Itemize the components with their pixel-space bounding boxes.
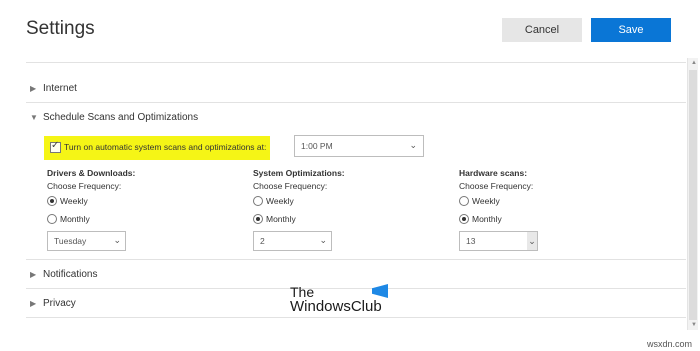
section-privacy-label: Privacy [43, 298, 76, 309]
expand-down-icon: ▼ [30, 113, 38, 122]
time-select-value: 1:00 PM [301, 141, 333, 151]
hardware-subheading: Choose Frequency: [459, 181, 534, 191]
drivers-monthly-label: Monthly [60, 214, 90, 224]
chevron-down-icon: ⌄ [319, 235, 327, 245]
optimizations-day-value: 2 [260, 236, 265, 246]
hardware-heading: Hardware scans: [459, 168, 528, 178]
top-divider [26, 62, 686, 63]
chevron-down-icon: ⌄ [409, 140, 417, 150]
page-title: Settings [26, 18, 95, 39]
scroll-down-icon[interactable]: ▼ [691, 322, 697, 328]
hardware-weekly-label: Weekly [472, 196, 500, 206]
drivers-weekly-radio[interactable] [47, 196, 57, 206]
chevron-down-icon: ⌄ [527, 232, 537, 250]
section-internet[interactable]: ▶ Internet [26, 76, 686, 103]
optimizations-day-select[interactable]: 2 ⌄ [253, 231, 332, 251]
drivers-heading: Drivers & Downloads: [47, 168, 136, 178]
optimizations-weekly-label: Weekly [266, 196, 294, 206]
optimizations-subheading: Choose Frequency: [253, 181, 328, 191]
section-notifications-label: Notifications [43, 269, 98, 280]
drivers-subheading: Choose Frequency: [47, 181, 122, 191]
source-watermark: wsxdn.com [646, 339, 692, 349]
drivers-monthly-radio[interactable] [47, 214, 57, 224]
auto-scan-label: Turn on automatic system scans and optim… [64, 142, 267, 152]
cancel-button[interactable]: Cancel [502, 18, 582, 42]
expand-right-icon: ▶ [30, 270, 37, 279]
optimizations-monthly-label: Monthly [266, 214, 296, 224]
section-schedule-label: Schedule Scans and Optimizations [43, 112, 199, 123]
checkmark-icon: ✓ [51, 140, 60, 151]
drivers-day-value: Tuesday [54, 236, 87, 246]
expand-right-icon: ▶ [30, 84, 37, 93]
chevron-down-icon: ⌄ [113, 235, 121, 245]
section-schedule[interactable]: ▼ Schedule Scans and Optimizations [26, 105, 686, 131]
optimizations-heading: System Optimizations: [253, 168, 345, 178]
windowsclub-watermark: The WindowsClub [290, 284, 400, 324]
schedule-divider [26, 259, 686, 260]
optimizations-monthly-radio[interactable] [253, 214, 263, 224]
hardware-weekly-radio[interactable] [459, 196, 469, 206]
hardware-monthly-radio[interactable] [459, 214, 469, 224]
hardware-monthly-label: Monthly [472, 214, 502, 224]
save-button[interactable]: Save [591, 18, 671, 42]
drivers-day-select[interactable]: Tuesday ⌄ [47, 231, 126, 251]
windows-logo-icon [372, 284, 388, 298]
time-select[interactable]: 1:00 PM ⌄ [294, 135, 424, 157]
optimizations-weekly-radio[interactable] [253, 196, 263, 206]
section-internet-label: Internet [43, 83, 77, 94]
scroll-up-icon[interactable]: ▲ [691, 60, 697, 66]
scrollbar-thumb[interactable] [689, 70, 697, 320]
hardware-day-value: 13 [466, 236, 476, 246]
hardware-day-select[interactable]: 13 ⌄ [459, 231, 538, 251]
expand-right-icon: ▶ [30, 299, 37, 308]
drivers-weekly-label: Weekly [60, 196, 88, 206]
watermark-line2: WindowsClub [290, 298, 382, 315]
